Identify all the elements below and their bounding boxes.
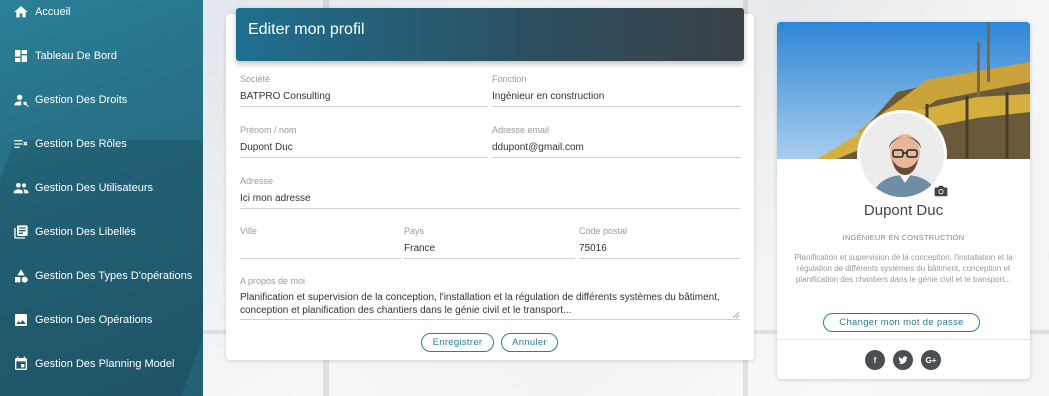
sidebar: Accueil Tableau De Bord Gestion Des Droi… <box>0 0 203 396</box>
sidebar-item-gestion-des-roles[interactable]: Gestion Des Rôles <box>0 129 203 159</box>
ville-field[interactable]: Ville <box>240 226 401 259</box>
sidebar-item-tableau-de-bord[interactable]: Tableau De Bord <box>0 41 203 71</box>
sidebar-item-label: Gestion Des Rôles <box>35 138 127 150</box>
sidebar-item-label: Gestion Des Libellés <box>35 226 136 238</box>
adresse-field[interactable]: Adresse Ici mon adresse <box>240 176 740 209</box>
twitter-icon[interactable] <box>893 350 913 370</box>
save-button[interactable]: Enregistrer <box>421 333 494 352</box>
fonction-input[interactable]: Ingénieur en construction <box>492 91 741 104</box>
sidebar-item-gestion-des-planning-model[interactable]: Gestion Des Planning Model <box>0 349 203 379</box>
profile-card: Dupont Duc INGÉNIEUR EN CONSTRUCTION Pla… <box>777 22 1030 379</box>
adresse-input[interactable]: Ici mon adresse <box>240 193 740 206</box>
sidebar-item-accueil[interactable]: Accueil <box>0 0 203 27</box>
profile-description: Planification et supervision de la conce… <box>794 253 1013 284</box>
camera-icon[interactable] <box>934 185 948 197</box>
sidebar-item-label: Gestion Des Types D'opérations <box>35 270 193 282</box>
adresse-label: Adresse <box>240 176 274 186</box>
google-plus-icon[interactable]: G+ <box>921 350 941 370</box>
page-title: Editer mon profil <box>248 21 365 38</box>
sidebar-item-gestion-des-libelles[interactable]: Gestion Des Libellés <box>0 217 203 247</box>
dashboard-icon <box>13 48 29 64</box>
sidebar-item-label: Gestion Des Opérations <box>35 314 153 326</box>
apropos-label: A propos de moi <box>240 276 306 286</box>
email-input[interactable]: ddupont@gmail.com <box>492 142 741 155</box>
image-icon <box>13 312 29 328</box>
pays-input[interactable]: France <box>404 243 575 256</box>
cancel-button[interactable]: Annuler <box>501 333 558 352</box>
apropos-field[interactable]: A propos de moi Planification et supervi… <box>240 276 740 320</box>
ville-label: Ville <box>240 226 257 236</box>
sidebar-item-label: Accueil <box>35 6 71 18</box>
sidebar-item-gestion-des-types-operations[interactable]: Gestion Des Types D'opérations <box>0 261 203 291</box>
sidebar-item-label: Gestion Des Utilisateurs <box>35 182 153 194</box>
calendar-icon <box>13 356 29 372</box>
prenom-nom-label: Prénom / nom <box>240 125 297 135</box>
edit-profile-header: Editer mon profil <box>236 8 744 61</box>
pays-field[interactable]: Pays France <box>404 226 575 259</box>
change-password-button[interactable]: Changer mon mot de passe <box>823 313 980 332</box>
ville-input[interactable] <box>240 243 401 256</box>
sidebar-item-label: Gestion Des Droits <box>35 94 128 106</box>
societe-field[interactable]: Société BATPRO Consulting <box>240 74 488 107</box>
sidebar-item-label: Gestion Des Planning Model <box>35 358 175 370</box>
code-postal-label: Code postal <box>579 226 628 236</box>
email-label: Adresse email <box>492 125 550 135</box>
prenom-nom-field[interactable]: Prénom / nom Dupont Duc <box>240 125 488 158</box>
societe-input[interactable]: BATPRO Consulting <box>240 91 488 104</box>
fonction-field[interactable]: Fonction Ingénieur en construction <box>492 74 741 107</box>
shapes-icon <box>13 268 29 284</box>
sidebar-item-label: Tableau De Bord <box>35 50 117 62</box>
facebook-icon[interactable]: f <box>865 350 885 370</box>
user-key-icon <box>13 92 29 108</box>
email-field[interactable]: Adresse email ddupont@gmail.com <box>492 125 741 158</box>
sidebar-item-gestion-des-droits[interactable]: Gestion Des Droits <box>0 85 203 115</box>
library-icon <box>13 224 29 240</box>
users-icon <box>13 180 29 196</box>
apropos-textarea[interactable]: Planification et supervision de la conce… <box>240 291 740 317</box>
societe-label: Société <box>240 74 271 84</box>
profile-name: Dupont Duc <box>863 202 944 219</box>
home-icon <box>13 4 29 20</box>
sidebar-item-gestion-des-utilisateurs[interactable]: Gestion Des Utilisateurs <box>0 173 203 203</box>
sidebar-item-gestion-des-operations[interactable]: Gestion Des Opérations <box>0 305 203 335</box>
resize-handle-icon[interactable] <box>733 312 739 318</box>
code-postal-input[interactable]: 75016 <box>579 243 740 256</box>
prenom-nom-input[interactable]: Dupont Duc <box>240 142 488 155</box>
list-check-icon <box>13 136 29 152</box>
profile-role: INGÉNIEUR EN CONSTRUCTION <box>842 233 965 242</box>
fonction-label: Fonction <box>492 74 527 84</box>
pays-label: Pays <box>404 226 425 236</box>
code-postal-field[interactable]: Code postal 75016 <box>579 226 740 259</box>
divider <box>777 339 1030 340</box>
